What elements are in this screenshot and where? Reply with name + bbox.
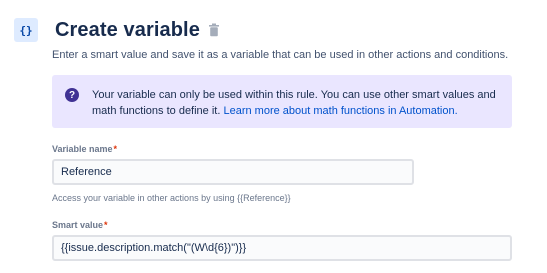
subtitle: Enter a smart value and save it as a var… xyxy=(52,49,509,61)
info-panel: ? Your variable can only be used within … xyxy=(52,75,512,128)
required-marker: * xyxy=(113,144,118,154)
info-text: Your variable can only be used within th… xyxy=(92,87,502,119)
trash-icon[interactable] xyxy=(208,23,220,37)
smart-value-input[interactable] xyxy=(52,235,512,261)
smart-value-label: Smart value* xyxy=(52,220,108,230)
required-marker: * xyxy=(104,220,108,230)
variable-name-label: Variable name* xyxy=(52,144,118,154)
modal-header: {} Create variable xyxy=(14,18,220,42)
variable-name-input[interactable] xyxy=(52,159,414,185)
braces-icon: {} xyxy=(14,18,38,42)
math-functions-link[interactable]: Learn more about math functions in Autom… xyxy=(223,105,457,117)
question-circle-icon: ? xyxy=(65,88,79,102)
page-title: Create variable xyxy=(55,18,200,41)
variable-helper-text: Access your variable in other actions by… xyxy=(52,193,291,203)
